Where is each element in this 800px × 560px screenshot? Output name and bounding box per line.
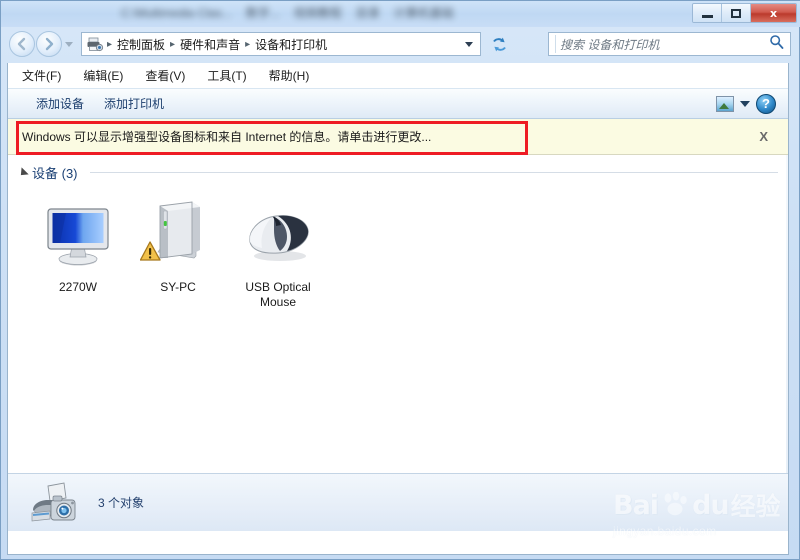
back-button[interactable] <box>9 31 35 57</box>
monitor-icon <box>40 198 116 274</box>
maximize-button[interactable] <box>722 4 751 22</box>
items-view[interactable]: 设备 (3) 2270W SY-PC USB Optical Mouse 3 个… <box>8 155 788 531</box>
group-header-rule <box>89 172 778 173</box>
minimize-icon <box>701 14 713 18</box>
device-tile-computer[interactable]: SY-PC <box>130 194 226 310</box>
refresh-icon <box>492 37 506 51</box>
explorer-window: C:\Multimedia Clas... 数字... 视频教程 目录 计算机基… <box>0 0 800 560</box>
forward-button[interactable] <box>36 31 62 57</box>
client-area: 文件(F) 编辑(E) 查看(V) 工具(T) 帮助(H) 添加设备 添加打印机… <box>7 63 789 555</box>
group-header-devices[interactable]: 设备 (3) <box>8 155 788 186</box>
device-name: 2270W <box>58 280 98 294</box>
menu-item-view[interactable]: 查看(V) <box>145 67 185 84</box>
devices-printers-icon <box>86 36 104 52</box>
window-controls: x <box>692 3 797 23</box>
close-icon: x <box>769 6 778 20</box>
devices-and-printers-icon <box>30 480 82 526</box>
title-segment-1: C:\Multimedia Clas... <box>121 5 232 20</box>
close-icon[interactable]: X <box>759 129 774 144</box>
title-segment-2: 数字... <box>245 6 280 20</box>
device-tile-monitor[interactable]: 2270W <box>30 194 126 310</box>
help-button[interactable]: ? <box>756 93 776 114</box>
breadcrumb-item-devices-and-printers[interactable]: 设备和打印机 <box>251 36 331 53</box>
title-bar[interactable]: C:\Multimedia Clas... 数字... 视频教程 目录 计算机基… <box>1 1 800 27</box>
window-title-blurred: C:\Multimedia Clas... 数字... 视频教程 目录 计算机基… <box>121 4 501 21</box>
collapse-triangle-icon[interactable] <box>17 166 29 179</box>
title-segment-4: 目录 <box>355 6 380 20</box>
chevron-down-icon[interactable] <box>740 100 750 107</box>
computer-icon <box>139 198 216 274</box>
chevron-down-icon[interactable] <box>465 41 473 47</box>
refresh-button[interactable] <box>488 33 510 55</box>
title-segment-5: 计算机基础 <box>393 6 454 20</box>
maximize-icon <box>731 8 741 18</box>
add-device-button[interactable]: 添加设备 <box>26 92 94 115</box>
breadcrumb-sep-2: ▸ <box>245 38 251 50</box>
device-name: SY-PC <box>160 280 196 294</box>
navigation-bar: ▸ 控制面板 ▸ 硬件和声音 ▸ 设备和打印机 搜索 设备和打印机 <box>1 27 800 63</box>
breadcrumb-item-control-panel[interactable]: 控制面板 <box>113 36 169 53</box>
close-button[interactable]: x <box>751 4 796 22</box>
device-tile-mouse[interactable]: USB Optical Mouse <box>230 194 326 310</box>
menu-item-file[interactable]: 文件(F) <box>22 67 61 84</box>
forward-arrow-icon <box>45 37 54 51</box>
group-header-label: 设备 (3) <box>32 166 78 181</box>
information-bar[interactable]: Windows 可以显示增强型设备图标和来自 Internet 的信息。请单击进… <box>8 119 788 155</box>
menu-item-edit[interactable]: 编辑(E) <box>83 67 123 84</box>
command-bar: 添加设备 添加打印机 ? <box>8 88 788 119</box>
details-pane: 3 个对象 <box>8 473 788 531</box>
search-icon[interactable] <box>769 34 784 54</box>
menu-bar: 文件(F) 编辑(E) 查看(V) 工具(T) 帮助(H) <box>8 63 788 88</box>
minimize-button[interactable] <box>693 4 722 22</box>
breadcrumb-sep-0: ▸ <box>107 38 113 50</box>
mouse-icon <box>240 198 316 274</box>
nav-arrows <box>9 31 62 57</box>
add-printer-button[interactable]: 添加打印机 <box>94 92 174 115</box>
device-tile-list: 2270W SY-PC USB Optical Mouse <box>8 186 788 310</box>
search-input[interactable]: 搜索 设备和打印机 <box>560 36 769 53</box>
breadcrumb-sep-1: ▸ <box>170 38 176 50</box>
title-segment-3: 视频教程 <box>293 6 342 20</box>
menu-item-tools[interactable]: 工具(T) <box>207 67 246 84</box>
view-options-icon[interactable] <box>716 95 734 112</box>
information-bar-message: Windows 可以显示增强型设备图标和来自 Internet 的信息。请单击进… <box>22 130 432 144</box>
device-name: USB Optical Mouse <box>245 280 311 309</box>
menu-item-help[interactable]: 帮助(H) <box>269 67 310 84</box>
recent-pages-button[interactable] <box>65 42 73 47</box>
search-box[interactable]: 搜索 设备和打印机 <box>548 32 791 56</box>
status-text: 3 个对象 <box>98 496 145 510</box>
command-bar-right: ? <box>716 93 784 114</box>
back-arrow-icon <box>17 37 26 51</box>
breadcrumb-item-hardware-and-sound[interactable]: 硬件和声音 <box>176 36 244 53</box>
address-bar[interactable]: ▸ 控制面板 ▸ 硬件和声音 ▸ 设备和打印机 <box>81 32 481 56</box>
search-divider <box>555 35 556 53</box>
